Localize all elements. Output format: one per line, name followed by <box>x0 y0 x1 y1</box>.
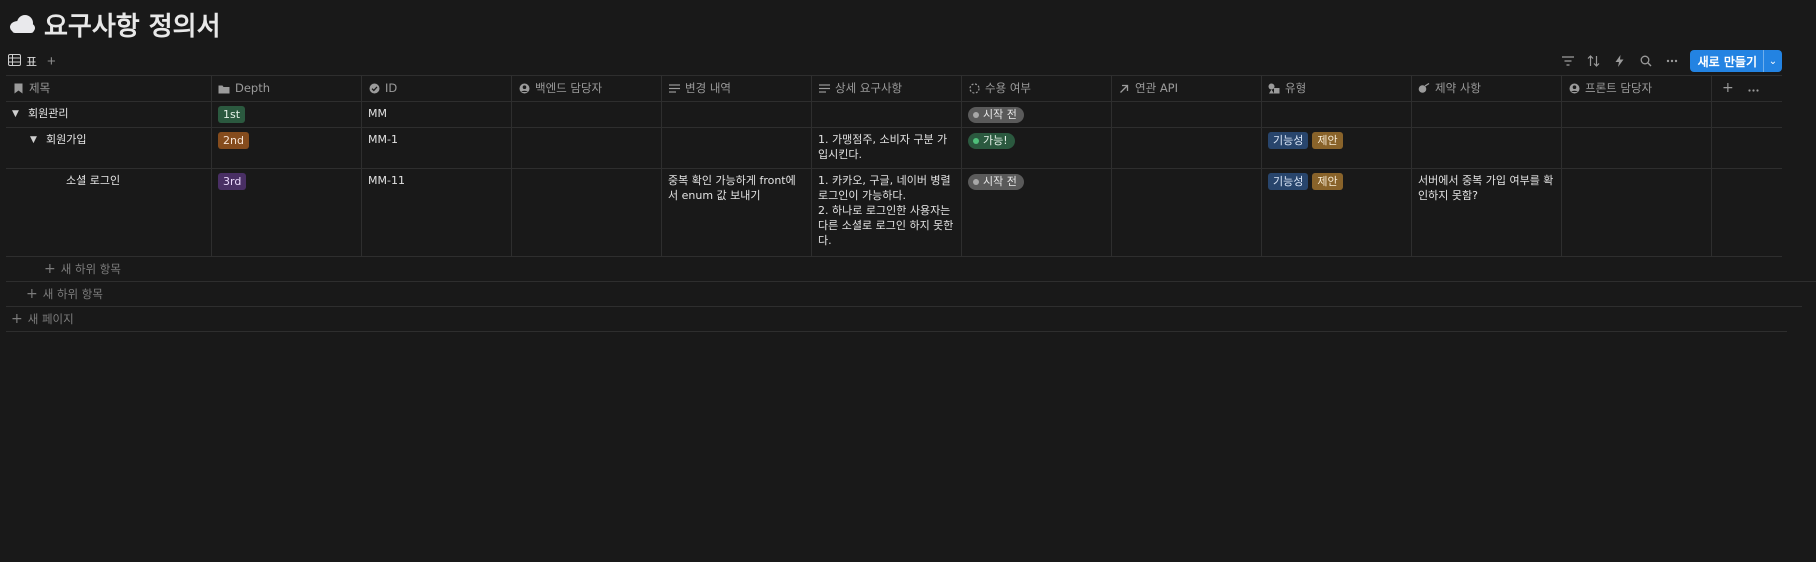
type-tag: 제안 <box>1312 173 1343 190</box>
row-id: MM-1 <box>362 128 512 168</box>
search-icon[interactable] <box>1638 53 1654 69</box>
page-header: 요구사항 정의서 <box>8 6 221 42</box>
change-log-cell[interactable]: 중복 확인 가능하게 front에서 enum 값 보내기 <box>662 169 812 256</box>
type-cell[interactable] <box>1262 102 1412 127</box>
column-header-type[interactable]: 유형 <box>1262 76 1412 101</box>
related-api-cell[interactable] <box>1112 169 1262 256</box>
row-id: MM <box>362 102 512 127</box>
sort-icon[interactable] <box>1586 53 1602 69</box>
column-header-detail-requirements[interactable]: 상세 요구사항 <box>812 76 962 101</box>
person-icon <box>518 83 530 95</box>
arrow-up-right-icon <box>1118 83 1130 95</box>
backend-owner-cell[interactable] <box>512 102 662 127</box>
frontend-owner-cell[interactable] <box>1562 169 1712 256</box>
detail-cell[interactable] <box>812 102 962 127</box>
column-header-constraints[interactable]: 제약 사항 <box>1412 76 1562 101</box>
column-header-title[interactable]: 제목 <box>6 76 212 101</box>
detail-cell[interactable]: 1. 가맹점주, 소비자 구분 가입시킨다. <box>812 128 962 168</box>
status-badge: 가능! <box>968 133 1015 149</box>
status-badge: 시작 전 <box>968 107 1024 123</box>
depth-tag: 2nd <box>218 132 249 149</box>
bookmark-icon <box>12 83 24 95</box>
table-row[interactable]: 소셜 로그인 3rd MM-11 중복 확인 가능하게 front에서 enum… <box>6 169 1782 257</box>
add-view-button[interactable]: + <box>47 54 56 69</box>
column-header-depth[interactable]: Depth <box>212 76 362 101</box>
row-title[interactable]: 소셜 로그인 <box>66 173 120 188</box>
table-header: 제목 Depth ID 백엔드 담당자 변경 내역 상세 요구사항 수용 여부 … <box>6 75 1782 102</box>
backend-owner-cell[interactable] <box>512 169 662 256</box>
text-lines-icon <box>818 83 830 95</box>
chevron-down-icon[interactable]: ⌄ <box>1763 50 1782 72</box>
view-bar: 표 + 새로 만들기 ⌄ <box>8 50 1782 72</box>
column-header-acceptance[interactable]: 수용 여부 <box>962 76 1112 101</box>
related-api-cell[interactable] <box>1112 128 1262 168</box>
add-sub-item-button[interactable]: + 새 하위 항목 <box>6 257 1816 282</box>
plus-icon: + <box>11 311 23 327</box>
column-header-backend-owner[interactable]: 백엔드 담당자 <box>512 76 662 101</box>
type-cell[interactable]: 기능성 제안 <box>1262 169 1412 256</box>
related-api-cell[interactable] <box>1112 102 1262 127</box>
column-header-actions: + <box>1712 76 1782 101</box>
column-header-frontend-owner[interactable]: 프론트 담당자 <box>1562 76 1712 101</box>
constraints-cell[interactable] <box>1412 102 1562 127</box>
detail-line: 2. 하나로 로그인한 사용자는 다른 소셜로 로그인 하지 못한다. <box>818 204 954 247</box>
column-header-id[interactable]: ID <box>362 76 512 101</box>
constraints-cell[interactable] <box>1412 128 1562 168</box>
cloud-icon <box>8 13 36 35</box>
status-badge: 시작 전 <box>968 174 1024 190</box>
table-row[interactable]: ▼ 회원가입 2nd MM-1 1. 가맹점주, 소비자 구분 가입시킨다. 가능… <box>6 128 1782 169</box>
depth-tag: 1st <box>218 106 246 123</box>
column-header-change-log[interactable]: 변경 내역 <box>662 76 812 101</box>
more-icon[interactable] <box>1664 53 1680 69</box>
type-cell[interactable]: 기능성 제안 <box>1262 128 1412 168</box>
page-title: 요구사항 정의서 <box>44 11 221 42</box>
plus-icon: + <box>26 286 38 302</box>
add-page-button[interactable]: + 새 페이지 <box>6 307 1787 332</box>
table-icon <box>8 53 21 69</box>
lightning-icon[interactable] <box>1612 53 1628 69</box>
new-button[interactable]: 새로 만들기 ⌄ <box>1689 50 1782 72</box>
new-button-label[interactable]: 새로 만들기 <box>1690 50 1763 72</box>
plus-icon: + <box>44 261 56 277</box>
filter-icon[interactable] <box>1560 53 1576 69</box>
text-lines-icon <box>668 83 680 95</box>
type-tag: 기능성 <box>1268 173 1309 190</box>
status-spinner-icon <box>968 83 980 95</box>
frontend-owner-cell[interactable] <box>1562 128 1712 168</box>
collapse-toggle-icon[interactable]: ▼ <box>12 107 22 122</box>
database-table: 제목 Depth ID 백엔드 담당자 변경 내역 상세 요구사항 수용 여부 … <box>6 75 1816 332</box>
row-id: MM-11 <box>362 169 512 256</box>
add-property-icon[interactable]: + <box>1722 81 1734 96</box>
tag-icon <box>1418 83 1430 95</box>
folder-icon <box>218 83 230 95</box>
collapse-toggle-icon[interactable]: ▼ <box>30 133 40 148</box>
change-log-cell[interactable] <box>662 102 812 127</box>
type-tag: 제안 <box>1312 132 1343 149</box>
depth-tag: 3rd <box>218 173 247 190</box>
detail-cell[interactable]: 1. 카카오, 구글, 네이버 병렬로그인이 가능하다. 2. 하나로 로그인한… <box>812 169 962 256</box>
row-title[interactable]: 회원관리 <box>28 106 68 121</box>
frontend-owner-cell[interactable] <box>1562 102 1712 127</box>
tab-table-label: 표 <box>26 54 38 69</box>
shapes-icon <box>1268 83 1280 95</box>
add-sub-item-button[interactable]: + 새 하위 항목 <box>6 282 1802 307</box>
detail-line: 1. 카카오, 구글, 네이버 병렬로그인이 가능하다. <box>818 174 951 202</box>
type-tag: 기능성 <box>1268 132 1309 149</box>
change-log-cell[interactable] <box>662 128 812 168</box>
more-icon[interactable] <box>1748 81 1759 96</box>
toolbar: 새로 만들기 ⌄ <box>1560 50 1782 72</box>
tab-table-view[interactable]: 표 <box>8 53 37 70</box>
constraints-cell[interactable]: 서버에서 중복 가입 여부를 확인하지 못함? <box>1412 169 1562 256</box>
check-circle-icon <box>368 83 380 95</box>
backend-owner-cell[interactable] <box>512 128 662 168</box>
column-header-related-api[interactable]: 연관 API <box>1112 76 1262 101</box>
person-icon <box>1568 83 1580 95</box>
table-row[interactable]: ▼ 회원관리 1st MM 시작 전 <box>6 102 1782 128</box>
row-title[interactable]: 회원가입 <box>46 132 86 147</box>
